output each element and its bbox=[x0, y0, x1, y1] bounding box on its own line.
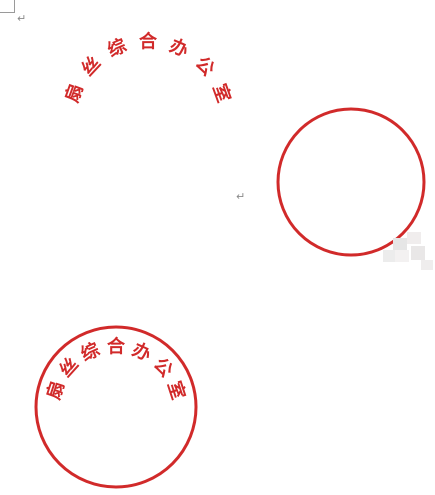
stamp-character: 室 bbox=[163, 378, 189, 402]
stamp-drawing-layer: 扇丝综合办公室 扇丝综合办公室 bbox=[34, 31, 426, 489]
seal-stamp[interactable]: 扇丝综合办公室 bbox=[34, 325, 198, 489]
stamp-character: 合 bbox=[139, 31, 158, 53]
stamp-character: 丝 bbox=[55, 353, 83, 381]
stamp-character: 综 bbox=[104, 34, 129, 61]
stamp-character: 公 bbox=[149, 354, 177, 381]
document-canvas[interactable]: ↵ ↵ 扇丝综合办公室 扇丝综合办公室 bbox=[0, 0, 435, 495]
stamp-character: 办 bbox=[129, 338, 154, 365]
stamp-character: 公 bbox=[191, 53, 219, 81]
blurred-region bbox=[383, 232, 435, 272]
stamp-character: 扇 bbox=[42, 378, 68, 402]
arc-text-object[interactable]: 扇丝综合办公室 bbox=[61, 31, 235, 106]
stamp-character: 室 bbox=[208, 81, 235, 105]
stamp-character: 综 bbox=[78, 338, 103, 365]
stamp-character: 丝 bbox=[77, 52, 105, 80]
stamp-character: 合 bbox=[107, 336, 126, 358]
stamp-character: 办 bbox=[166, 34, 191, 61]
stamp-character: 扇 bbox=[61, 81, 88, 105]
